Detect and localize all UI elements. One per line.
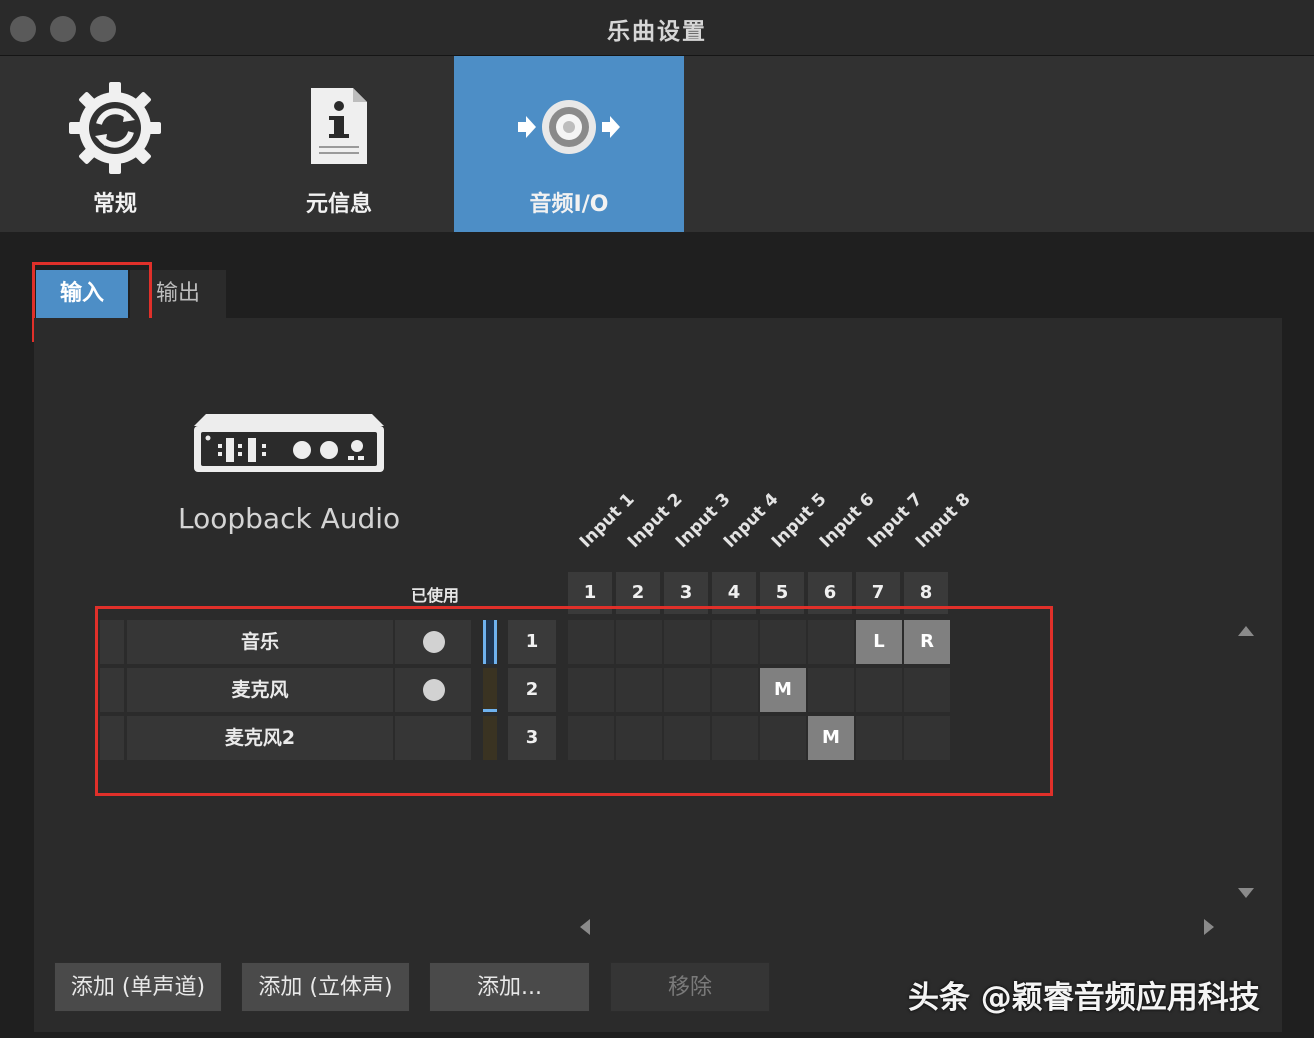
- toolbar-item-general[interactable]: 常规: [0, 56, 230, 232]
- speaker-io-icon: [518, 100, 620, 154]
- toolbar-label-audio-io: 音频I/O: [529, 192, 609, 217]
- settings-toolbar: 常规 元信息 音频I/O: [0, 56, 1314, 232]
- scroll-right-arrow-icon[interactable]: [1204, 919, 1214, 935]
- settings-content: 输入 输出 Loopback Audio Input 1 Input 2 Inp…: [0, 232, 1314, 1038]
- add-more-button[interactable]: 添加...: [429, 962, 590, 1012]
- device-name: Loopback Audio: [178, 502, 401, 535]
- audio-interface-icon: [194, 414, 384, 472]
- scroll-up-arrow-icon[interactable]: [1238, 626, 1254, 636]
- add-mono-button[interactable]: 添加 (单声道): [54, 962, 222, 1012]
- used-column-header: 已使用: [410, 586, 459, 605]
- gear-sync-icon: [69, 82, 161, 174]
- scroll-left-arrow-icon[interactable]: [580, 919, 590, 935]
- song-settings-window: 乐曲设置 常规 元信息 音频I/O 输入 输出 Loopback Audio I…: [0, 0, 1314, 1038]
- watermark: 头条 @颖睿音频应用科技: [908, 980, 1260, 1016]
- toolbar-label-general: 常规: [92, 192, 137, 217]
- scroll-down-arrow-icon[interactable]: [1238, 888, 1254, 898]
- toolbar-label-metadata: 元信息: [305, 192, 372, 217]
- add-stereo-button[interactable]: 添加 (立体声): [241, 962, 410, 1012]
- window-title: 乐曲设置: [607, 19, 707, 45]
- info-document-icon: [311, 88, 367, 164]
- toolbar-item-audio-io[interactable]: 音频I/O: [454, 56, 684, 232]
- rows-highlight-box: [95, 606, 1053, 796]
- toolbar-item-metadata[interactable]: 元信息: [224, 56, 454, 232]
- title-bar: 乐曲设置: [0, 0, 1314, 56]
- remove-button[interactable]: 移除: [610, 962, 770, 1012]
